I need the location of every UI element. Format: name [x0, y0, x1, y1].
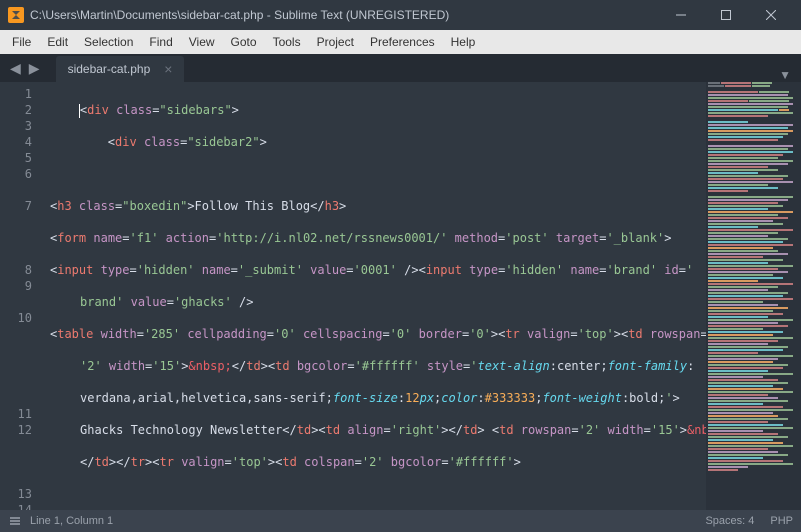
code-view[interactable]: <div class="sidebars"> <div class="sideb…	[42, 82, 706, 510]
menu-find[interactable]: Find	[141, 33, 180, 51]
app-icon	[8, 7, 24, 23]
syntax-info[interactable]: PHP	[770, 515, 793, 527]
gutter: 1 2 3 4 5 6 7 8 9 10 11 12 13 1	[0, 82, 42, 510]
minimap[interactable]	[706, 82, 801, 510]
tab-close-icon[interactable]: ×	[164, 61, 172, 77]
menu-selection[interactable]: Selection	[76, 33, 141, 51]
window-title: C:\Users\Martin\Documents\sidebar-cat.ph…	[30, 8, 658, 22]
menu-icon[interactable]	[8, 514, 22, 528]
indentation-info[interactable]: Spaces: 4	[705, 515, 754, 527]
tab-sidebar-cat[interactable]: sidebar-cat.php ×	[56, 56, 185, 82]
nav-back-icon[interactable]: ◀	[6, 60, 25, 77]
tab-dropdown-icon[interactable]: ▼	[769, 68, 801, 82]
menu-file[interactable]: File	[4, 33, 39, 51]
editor[interactable]: 1 2 3 4 5 6 7 8 9 10 11 12 13 1	[0, 82, 801, 510]
tabbar: ◀ ▶ sidebar-cat.php × ▼	[0, 54, 801, 82]
menu-preferences[interactable]: Preferences	[362, 33, 443, 51]
menu-goto[interactable]: Goto	[223, 33, 265, 51]
menu-view[interactable]: View	[181, 33, 223, 51]
titlebar: C:\Users\Martin\Documents\sidebar-cat.ph…	[0, 0, 801, 30]
maximize-button[interactable]	[703, 0, 748, 30]
tab-label: sidebar-cat.php	[68, 62, 151, 76]
cursor-position: Line 1, Column 1	[30, 515, 113, 527]
statusbar: Line 1, Column 1 Spaces: 4 PHP	[0, 510, 801, 532]
minimize-button[interactable]	[658, 0, 703, 30]
menu-edit[interactable]: Edit	[39, 33, 76, 51]
nav-forward-icon[interactable]: ▶	[25, 60, 44, 77]
menu-tools[interactable]: Tools	[265, 33, 309, 51]
menubar: File Edit Selection Find View Goto Tools…	[0, 30, 801, 54]
menu-project[interactable]: Project	[309, 33, 362, 51]
menu-help[interactable]: Help	[443, 33, 484, 51]
close-button[interactable]	[748, 0, 793, 30]
